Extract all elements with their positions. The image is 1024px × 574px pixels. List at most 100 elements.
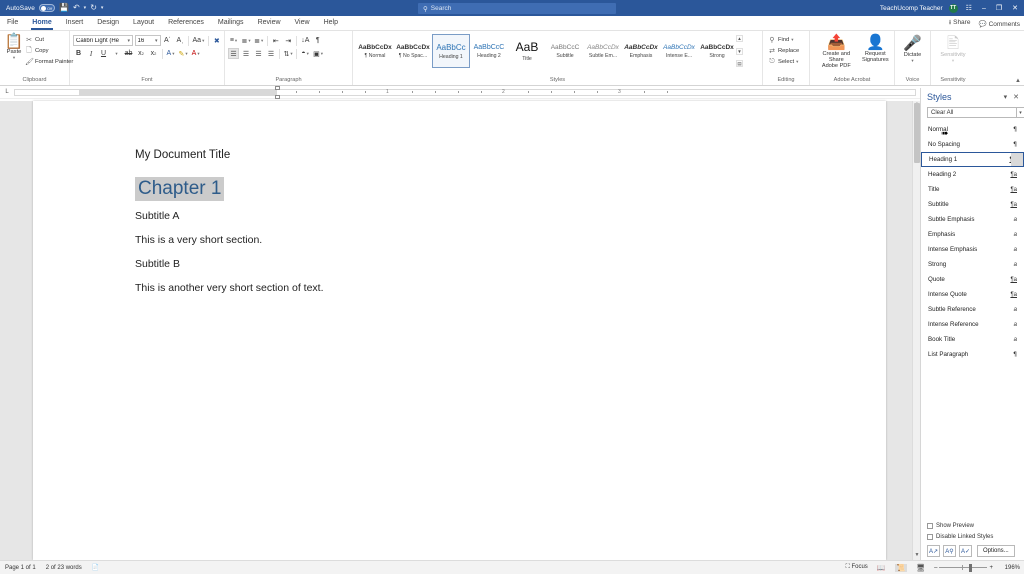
bold-icon[interactable]: B — [73, 48, 84, 59]
tab-review[interactable]: Review — [251, 15, 288, 30]
chevron-down-icon[interactable]: ▾ — [1004, 93, 1008, 101]
gallery-style-heading-1[interactable]: AaBbCc Heading 1 — [432, 34, 470, 68]
body-b-paragraph[interactable]: This is another very short section of te… — [135, 282, 886, 294]
gallery-style-emphasis[interactable]: AaBbCcDx Emphasis — [622, 34, 660, 68]
format-painter-button[interactable]: 🖌 Format Painter — [25, 57, 73, 67]
find-button[interactable]: ⚲ Find ▾ — [768, 35, 799, 45]
style-item-no-spacing[interactable]: No Spacing ¶ — [921, 137, 1024, 152]
document-title-paragraph[interactable]: My Document Title — [135, 149, 886, 161]
tab-stop-selector[interactable]: L — [0, 89, 14, 95]
grow-font-icon[interactable]: Aˈ — [162, 35, 173, 46]
document-page[interactable]: My Document Title Chapter 1 Subtitle A T… — [33, 101, 886, 560]
tab-design[interactable]: Design — [90, 15, 126, 30]
style-item-intense-emphasis[interactable]: Intense Emphasis a — [921, 242, 1024, 257]
font-color-icon[interactable]: A ▾ — [190, 48, 201, 59]
font-size-combo[interactable]: 16 ▾ — [134, 35, 161, 46]
underline-icon[interactable]: U — [98, 48, 109, 59]
align-right-icon[interactable]: ☰ — [253, 48, 264, 59]
decrease-indent-icon[interactable]: ⇤ — [270, 35, 281, 46]
zoom-in-button[interactable]: + — [989, 565, 993, 571]
undo-icon[interactable]: ↶ — [73, 4, 80, 12]
gallery-style-no-spacing[interactable]: AaBbCcDx ¶ No Spac... — [394, 34, 432, 68]
new-style-icon[interactable]: A↗ — [927, 545, 940, 557]
gallery-style-title[interactable]: AaB Title — [508, 34, 546, 68]
shading-icon[interactable]: ◓ ▾ — [300, 48, 311, 59]
tab-file[interactable]: File — [0, 15, 25, 30]
word-count[interactable]: 2 of 23 words — [46, 565, 82, 571]
read-mode-icon[interactable]: 📖 — [875, 564, 888, 572]
style-item-emphasis[interactable]: Emphasis a — [921, 227, 1024, 242]
gallery-style-subtle-emphasis[interactable]: AaBbCcDx Subtle Em... — [584, 34, 622, 68]
show-preview-checkbox[interactable] — [927, 522, 933, 529]
underline-dropdown-icon[interactable]: ▾ — [111, 48, 122, 59]
horizontal-ruler[interactable]: 1 2 3 — [14, 85, 916, 99]
zoom-percentage[interactable]: 196% — [1000, 565, 1020, 571]
change-case-icon[interactable]: Aa ▾ — [192, 35, 206, 46]
line-spacing-icon[interactable]: ⇅ ▾ — [283, 48, 294, 59]
web-layout-icon[interactable]: 🖥 — [914, 564, 927, 572]
subtitle-b-paragraph[interactable]: Subtitle B — [135, 258, 886, 270]
share-button[interactable]: ⭳ Share — [949, 18, 971, 29]
collapse-ribbon-icon[interactable]: ▲ — [1015, 78, 1021, 84]
close-button[interactable]: ✕ — [1010, 4, 1020, 12]
style-item-subtle-reference[interactable]: Subtle Reference a — [921, 302, 1024, 317]
zoom-out-button[interactable]: – — [934, 565, 937, 571]
increase-indent-icon[interactable]: ⇥ — [283, 35, 294, 46]
gallery-more-icon[interactable]: ▤ — [736, 60, 743, 67]
align-left-icon[interactable]: ☰ — [228, 48, 239, 59]
heading-1-paragraph[interactable]: Chapter 1 — [135, 177, 225, 201]
show-formatting-marks-icon[interactable]: ¶ — [312, 35, 323, 46]
style-item-heading-1[interactable]: Heading 1 ¶a — [921, 152, 1024, 167]
styles-list[interactable]: Normal ¶ No Spacing ¶ Heading 1 ¶a Headi… — [921, 122, 1024, 520]
avatar[interactable]: TT — [948, 3, 958, 13]
gallery-scroll-down-icon[interactable]: ▼ — [736, 47, 743, 55]
restore-button[interactable]: ❐ — [994, 4, 1004, 12]
bullets-icon[interactable]: ≡ ▾ — [228, 35, 239, 46]
minimize-button[interactable]: – — [980, 5, 988, 12]
body-a-paragraph[interactable]: This is a very short section. — [135, 234, 886, 246]
chevron-down-icon[interactable]: ▾ — [1016, 107, 1024, 118]
comments-button[interactable]: 💬 Comments — [978, 20, 1020, 28]
document-body[interactable]: My Document Title Chapter 1 Subtitle A T… — [33, 101, 886, 294]
style-item-normal[interactable]: Normal ¶ — [921, 122, 1024, 137]
request-signatures-button[interactable]: 👤 Request Signatures — [860, 35, 891, 64]
style-item-title[interactable]: Title ¶a — [921, 182, 1024, 197]
clear-all-button[interactable]: Clear All ▾ — [927, 107, 1024, 118]
cut-button[interactable]: ✂ Cut — [25, 35, 73, 45]
tab-view[interactable]: View — [288, 15, 317, 30]
save-icon[interactable]: 💾 — [59, 4, 69, 12]
font-name-combo[interactable]: Calibri Light (He ▾ — [73, 35, 133, 46]
tab-home[interactable]: Home — [25, 15, 58, 30]
search-box[interactable]: ⚲ Search — [418, 3, 616, 14]
copy-button[interactable]: 🗋 Copy — [25, 46, 73, 56]
paste-button[interactable]: 📋 Paste ▾ — [3, 33, 25, 62]
clear-formatting-icon[interactable]: ✖ — [211, 35, 222, 46]
gallery-scroll-up-icon[interactable]: ▲ — [736, 35, 743, 42]
sensitivity-button[interactable]: 🖹 Sensitivity ▾ — [936, 36, 969, 64]
numbering-icon[interactable]: ≣ ▾ — [241, 35, 252, 46]
customize-quick-access-icon[interactable]: ▾ — [101, 5, 104, 11]
style-item-intense-quote[interactable]: Intense Quote ¶a — [921, 287, 1024, 302]
gallery-style-normal[interactable]: AaBbCcDx ¶ Normal — [356, 34, 394, 68]
page-indicator[interactable]: Page 1 of 1 — [5, 565, 36, 571]
strikethrough-icon[interactable]: ab — [123, 48, 134, 59]
style-item-strong[interactable]: Strong a — [921, 257, 1024, 272]
gallery-style-heading-2[interactable]: AaBbCcC Heading 2 — [470, 34, 508, 68]
disable-linked-styles-checkbox[interactable] — [927, 533, 933, 540]
focus-button[interactable]: ⛶ Focus — [846, 564, 868, 571]
left-indent-marker[interactable] — [275, 94, 280, 99]
superscript-icon[interactable]: x2 — [148, 48, 159, 59]
style-item-book-title[interactable]: Book Title a — [921, 332, 1024, 347]
paste-dropdown-icon[interactable]: ▾ — [13, 55, 15, 61]
style-item-quote[interactable]: Quote ¶a — [921, 272, 1024, 287]
tab-layout[interactable]: Layout — [126, 15, 161, 30]
tab-mailings[interactable]: Mailings — [211, 15, 251, 30]
close-icon[interactable]: ✕ — [1013, 93, 1019, 101]
text-highlight-icon[interactable]: ✎ ▾ — [178, 48, 189, 59]
show-preview-checkbox-row[interactable]: Show Preview — [927, 520, 1018, 531]
zoom-slider-knob[interactable] — [969, 563, 972, 572]
justify-icon[interactable]: ☰ — [266, 48, 277, 59]
gallery-style-strong[interactable]: AaBbCcDx Strong — [698, 34, 736, 68]
sort-icon[interactable]: ↓A — [300, 35, 311, 46]
gallery-style-subtitle[interactable]: AaBbCcC Subtitle — [546, 34, 584, 68]
